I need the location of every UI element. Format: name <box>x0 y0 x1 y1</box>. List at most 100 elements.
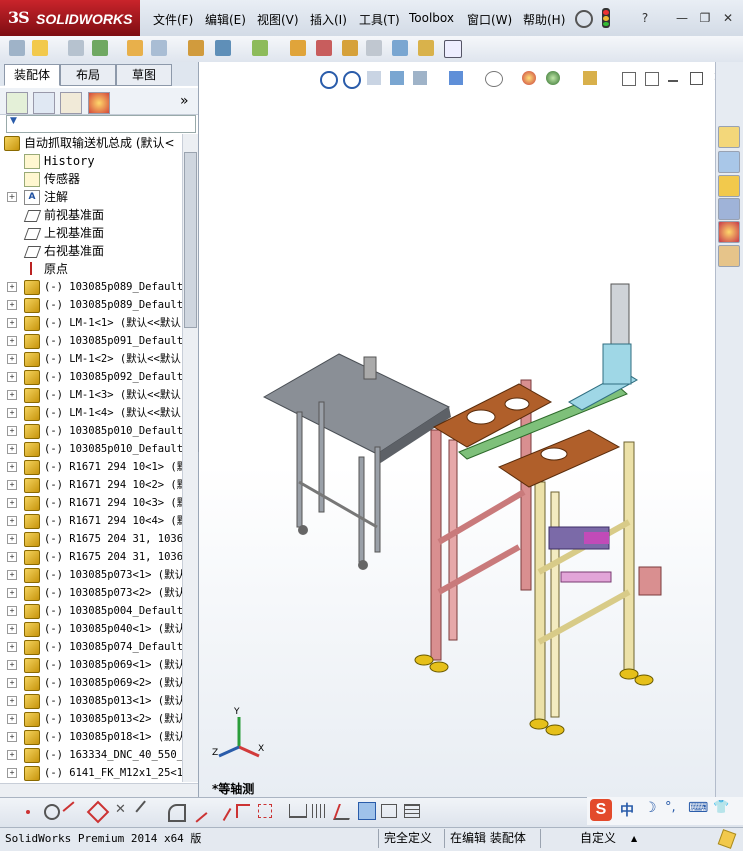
bom-icon[interactable] <box>316 40 332 56</box>
tree-component[interactable]: + (-) 103085p069<1> (默认 <box>0 656 182 674</box>
tree-feature[interactable]: 前视基准面 <box>0 206 182 224</box>
dynamic-annotation-icon[interactable] <box>413 71 427 85</box>
expand-toggle-icon[interactable]: + <box>7 444 17 454</box>
expand-toggle-icon[interactable]: + <box>7 354 17 364</box>
tree-component[interactable]: + (-) 103085p092_Default_ <box>0 368 182 386</box>
configuration-manager-icon[interactable] <box>60 92 82 114</box>
grid-icon[interactable] <box>312 804 326 818</box>
units-arrow-icon[interactable]: ▲ <box>631 830 637 847</box>
section-view-icon[interactable] <box>392 40 408 56</box>
rebuild-icon[interactable] <box>290 40 306 56</box>
moon-icon[interactable]: ☽ <box>644 800 657 816</box>
tree-component[interactable]: + (-) 163334_DNC_40_550_P <box>0 746 182 764</box>
mate-icon[interactable] <box>92 40 108 56</box>
expand-toggle-icon[interactable]: + <box>7 192 17 202</box>
restore-button[interactable]: ❐ <box>696 9 714 27</box>
view-orientation-icon[interactable] <box>449 71 463 85</box>
tree-component[interactable]: + (-) LM-1<4> (默认<<默认 <box>0 404 182 422</box>
skin-icon[interactable]: 👕 <box>713 800 729 815</box>
expand-toggle-icon[interactable]: + <box>7 552 17 562</box>
expand-toggle-icon[interactable]: + <box>7 372 17 382</box>
table-icon[interactable] <box>404 804 420 818</box>
feature-manager-icon[interactable] <box>6 92 28 114</box>
move-component-icon[interactable] <box>188 40 204 56</box>
options-icon[interactable] <box>418 40 434 56</box>
tree-component[interactable]: + (-) 103085p089_Default_ <box>0 296 182 314</box>
expand-toggle-icon[interactable]: + <box>7 336 17 346</box>
expand-toggle-icon[interactable]: + <box>7 480 17 490</box>
ime-language[interactable]: 中 <box>620 800 634 820</box>
expand-toggle-icon[interactable]: + <box>7 714 17 724</box>
section-view-icon-2[interactable] <box>390 71 404 85</box>
viewport-icon-1[interactable] <box>622 72 636 86</box>
appearances-scenes-icon[interactable] <box>718 221 740 243</box>
close-button[interactable]: ✕ <box>719 9 737 27</box>
trim-icon[interactable]: ✕ <box>115 803 129 817</box>
tree-component[interactable]: + (-) 103085p010_Default_ <box>0 440 182 458</box>
paperclip-icon[interactable] <box>68 40 84 56</box>
expand-toggle-icon[interactable]: + <box>7 570 17 580</box>
menu-toolbox[interactable]: Toolbox <box>409 11 454 25</box>
expand-toggle-icon[interactable]: + <box>7 606 17 616</box>
scene-icon[interactable] <box>546 71 560 85</box>
tree-feature[interactable]: + A 注解 <box>0 188 182 206</box>
tree-component[interactable]: + (-) 103085p073<2> (默认 <box>0 584 182 602</box>
menu-file[interactable]: 文件(F) <box>153 11 193 28</box>
arc-icon[interactable] <box>168 804 186 822</box>
zoom-to-fit-icon[interactable] <box>320 71 338 89</box>
minimize-button[interactable]: — <box>673 9 691 27</box>
menu-window[interactable]: 窗口(W) <box>467 11 512 28</box>
tree-component[interactable]: + (-) 103085p073<1> (默认 <box>0 566 182 584</box>
expand-toggle-icon[interactable]: + <box>7 318 17 328</box>
expand-toggle-icon[interactable]: + <box>7 678 17 688</box>
tree-component[interactable]: + (-) LM-1<1> (默认<<默认 <box>0 314 182 332</box>
expand-toggle-icon[interactable]: + <box>7 624 17 634</box>
expand-toggle-icon[interactable]: + <box>7 390 17 400</box>
expand-toggle-icon[interactable]: + <box>7 426 17 436</box>
tree-component[interactable]: + (-) R1671 294 10<4> (默 <box>0 512 182 530</box>
tree-component[interactable]: + (-) R1675 204 31, 1036< <box>0 530 182 548</box>
expand-toggle-icon[interactable]: + <box>7 534 17 544</box>
tree-horizontal-scrollbar[interactable] <box>0 783 198 798</box>
tree-component[interactable]: + (-) 103085p069<2> (默认 <box>0 674 182 692</box>
tree-component[interactable]: + (-) 103085p089_Default_ <box>0 278 182 296</box>
appearance-icon[interactable] <box>522 71 536 85</box>
zoom-area-icon[interactable] <box>343 71 361 89</box>
tab-assembly[interactable]: 装配体 <box>4 64 60 86</box>
tree-component[interactable]: + (-) 6141_FK_M12x1_25<1> <box>0 764 182 782</box>
tree-component[interactable]: + (-) 103085p013<2> (默认 <box>0 710 182 728</box>
tree-component[interactable]: + (-) LM-1<3> (默认<<默认 <box>0 386 182 404</box>
window-icon[interactable] <box>444 40 462 58</box>
centerline-icon[interactable] <box>258 804 272 818</box>
tree-component[interactable]: + (-) LM-1<2> (默认<<默认 <box>0 350 182 368</box>
smart-fastener-icon[interactable] <box>127 40 143 56</box>
viewport-icon-2[interactable] <box>645 72 659 86</box>
explode-icon[interactable] <box>151 40 167 56</box>
doc-restore-icon[interactable] <box>690 72 703 85</box>
expand-toggle-icon[interactable]: + <box>7 300 17 310</box>
doc-minimize-icon[interactable] <box>668 80 678 82</box>
tree-feature[interactable]: History <box>0 152 182 170</box>
property-manager-icon[interactable] <box>33 92 55 114</box>
tree-filter-input[interactable]: ▼ <box>6 115 196 133</box>
design-library-icon[interactable] <box>718 151 740 173</box>
graphics-area[interactable] <box>199 62 715 797</box>
tree-component[interactable]: + (-) R1675 204 31, 1036< <box>0 548 182 566</box>
instant3d-icon[interactable] <box>342 40 358 56</box>
punctuation-icon[interactable]: °, <box>665 800 676 815</box>
expand-toggle-icon[interactable]: + <box>7 768 17 778</box>
tree-component[interactable]: + (-) R1671 294 10<2> (默 <box>0 476 182 494</box>
help-button[interactable]: ? <box>636 9 654 27</box>
expand-toggle-icon[interactable]: + <box>7 516 17 526</box>
tree-component[interactable]: + (-) R1671 294 10<1> (默 <box>0 458 182 476</box>
circle-icon[interactable] <box>44 804 60 820</box>
expand-toggle-icon[interactable]: + <box>7 282 17 292</box>
tree-component[interactable]: + (-) 103085p018<1> (默认 <box>0 728 182 746</box>
expand-toggle-icon[interactable]: + <box>7 462 17 472</box>
expand-toggle-icon[interactable]: + <box>7 660 17 670</box>
assembly-features-icon[interactable] <box>215 40 231 56</box>
expand-toggle-icon[interactable]: + <box>7 408 17 418</box>
point-icon[interactable] <box>26 810 30 814</box>
menu-view[interactable]: 视图(V) <box>257 11 299 28</box>
expand-toggle-icon[interactable]: + <box>7 498 17 508</box>
